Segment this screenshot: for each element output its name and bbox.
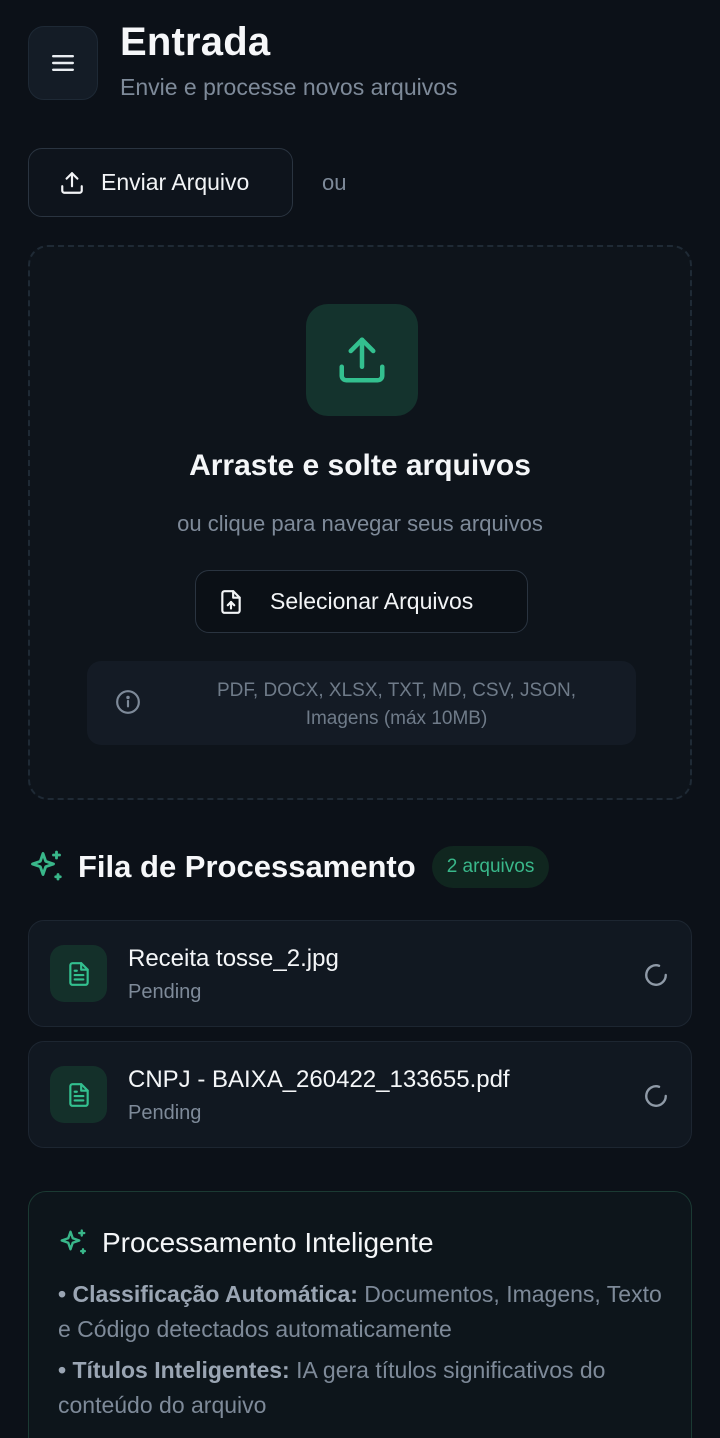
supported-formats-box: PDF, DOCX, XLSX, TXT, MD, CSV, JSON, Ima… bbox=[87, 661, 636, 745]
smart-processing-header: Processamento Inteligente bbox=[58, 1227, 434, 1259]
queue-title: Fila de Processamento bbox=[78, 849, 416, 884]
upload-icon bbox=[339, 337, 385, 383]
feature-bullet: • bbox=[58, 1357, 73, 1383]
queue-file-item[interactable]: Receita tosse_2.jpg Pending bbox=[28, 920, 692, 1027]
file-name: CNPJ - BAIXA_260422_133655.pdf bbox=[128, 1066, 510, 1093]
send-file-button[interactable]: Enviar Arquivo bbox=[28, 148, 293, 217]
feature-item: • Classificação Automática: Documentos, … bbox=[58, 1277, 673, 1347]
file-name: Receita tosse_2.jpg bbox=[128, 945, 339, 972]
or-text: ou bbox=[322, 170, 347, 195]
dropzone-title: Arraste e solte arquivos bbox=[189, 449, 531, 482]
file-dropzone[interactable]: Arraste e solte arquivos ou clique para … bbox=[28, 245, 692, 800]
smart-processing-title: Processamento Inteligente bbox=[102, 1227, 434, 1258]
file-status: Pending bbox=[128, 981, 202, 1003]
menu-icon bbox=[52, 55, 74, 71]
upload-icon bbox=[61, 171, 83, 194]
menu-button[interactable] bbox=[28, 26, 98, 100]
queue-count-badge: 2 arquivos bbox=[431, 846, 550, 888]
feature-bullet: • bbox=[58, 1281, 73, 1307]
select-files-button[interactable]: Selecionar Arquivos bbox=[195, 570, 528, 633]
dropzone-icon-box bbox=[306, 304, 418, 416]
feature-label: Títulos Inteligentes: bbox=[72, 1357, 290, 1383]
formats-line-2: Imagens (máx 10MB) bbox=[305, 708, 488, 729]
page-subtitle: Envie e processe novos arquivos bbox=[120, 74, 458, 100]
feature-item: • Títulos Inteligentes: IA gera títulos … bbox=[58, 1353, 673, 1423]
queue-header: Fila de Processamento 2 arquivos bbox=[28, 846, 550, 888]
sparkles-icon bbox=[60, 1229, 87, 1255]
queue-file-item[interactable]: CNPJ - BAIXA_260422_133655.pdf Pending bbox=[28, 1041, 692, 1148]
select-files-label: Selecionar Arquivos bbox=[270, 588, 474, 614]
loading-spinner-icon bbox=[645, 1085, 667, 1107]
file-text-icon bbox=[68, 961, 89, 986]
send-file-label: Enviar Arquivo bbox=[101, 169, 250, 195]
sparkles-icon bbox=[31, 850, 62, 881]
formats-line-1: PDF, DOCX, XLSX, TXT, MD, CSV, JSON, bbox=[217, 680, 576, 701]
inbox-page: Entrada Envie e processe novos arquivos … bbox=[0, 0, 720, 1438]
dropzone-subtitle: ou clique para navegar seus arquivos bbox=[177, 511, 543, 536]
file-upload-icon bbox=[221, 589, 241, 614]
supported-formats-text: PDF, DOCX, XLSX, TXT, MD, CSV, JSON, Ima… bbox=[157, 677, 636, 733]
file-status: Pending bbox=[128, 1102, 202, 1124]
page-title: Entrada bbox=[120, 20, 271, 64]
smart-processing-card: Processamento Inteligente • Classificaçã… bbox=[28, 1191, 692, 1438]
file-text-icon bbox=[68, 1082, 89, 1107]
file-icon-box bbox=[50, 945, 107, 1002]
info-icon bbox=[116, 690, 140, 714]
feature-label: Classificação Automática: bbox=[72, 1281, 358, 1307]
file-icon-box bbox=[50, 1066, 107, 1123]
loading-spinner-icon bbox=[645, 964, 667, 986]
